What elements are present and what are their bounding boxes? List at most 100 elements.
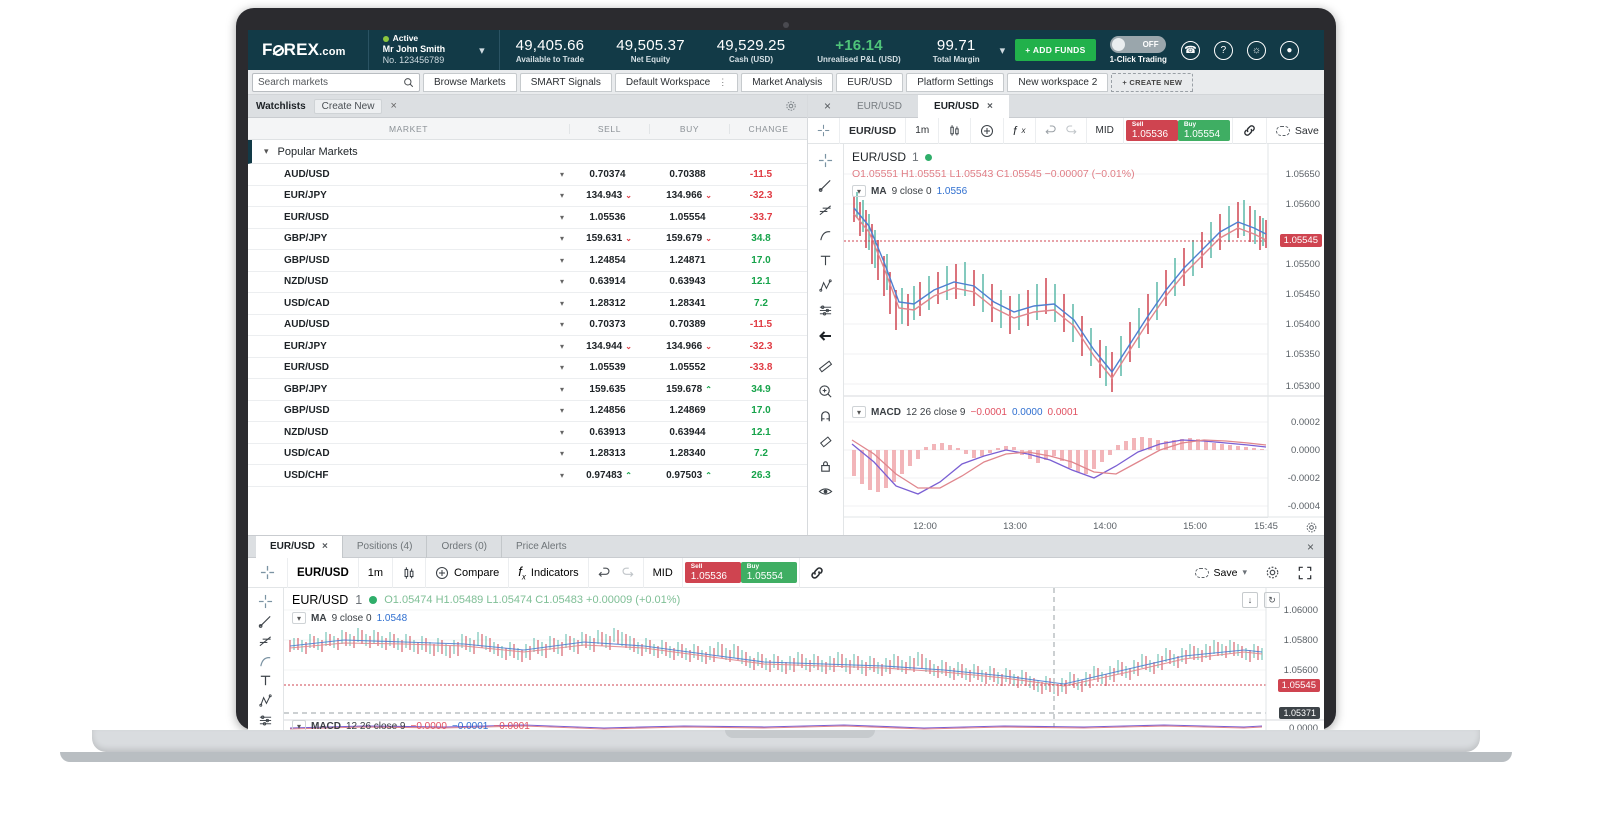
- chart-tab-close-icon[interactable]: ×: [987, 101, 993, 112]
- workspace-tab-eurusd[interactable]: EUR/USD: [836, 72, 904, 92]
- link-icon[interactable]: [1231, 117, 1267, 144]
- buy-price-cell[interactable]: 1.05552: [649, 362, 729, 373]
- bell-icon[interactable]: ☼: [1246, 40, 1266, 60]
- tool-pattern-icon[interactable]: [248, 691, 284, 711]
- chevron-down-icon[interactable]: ▾: [555, 406, 569, 415]
- chart-bottom-tab-eurusd[interactable]: EUR/USD ×: [256, 535, 342, 558]
- account-selector[interactable]: Active Mr John Smith No. 123456789 ▾: [367, 30, 500, 70]
- one-click-trading-toggle[interactable]: OFF 1-Click Trading: [1109, 36, 1167, 64]
- tool-trendline-icon[interactable]: [808, 173, 844, 198]
- chart-top-tab-1[interactable]: EUR/USD: [841, 95, 918, 118]
- compare-button[interactable]: Compare: [426, 557, 510, 588]
- buy-price-cell[interactable]: 159.679 ⌄: [649, 233, 729, 244]
- chart-bottom-buy-button[interactable]: Buy 1.05554: [740, 562, 797, 583]
- chart-top-plot[interactable]: EUR/USD 1 O1.05551 H1.05551 L1.05543 C1.…: [844, 144, 1324, 535]
- stats-expand-chevron-icon[interactable]: ▾: [1000, 44, 1006, 57]
- column-header-change[interactable]: CHANGE: [729, 123, 807, 134]
- chart-top-symbol[interactable]: EUR/USD: [840, 117, 907, 144]
- chart-bottom-price-mode[interactable]: MID: [644, 557, 683, 588]
- buy-price-cell[interactable]: 0.63943: [649, 276, 729, 287]
- workspace-tab-platform-settings[interactable]: Platform Settings: [906, 72, 1005, 92]
- sell-price-cell[interactable]: 0.97483 ⌃: [569, 470, 649, 481]
- user-icon[interactable]: ●: [1279, 40, 1299, 60]
- sell-price-cell[interactable]: 1.05536: [569, 212, 649, 223]
- table-row[interactable]: USD/CAD ▾ 1.28313 1.28340 7.2: [248, 443, 807, 465]
- chevron-down-icon[interactable]: ▾: [555, 342, 569, 351]
- sell-price-cell[interactable]: 134.943 ⌄: [569, 190, 649, 201]
- chart-bottom-interval[interactable]: 1m: [359, 557, 394, 588]
- chart-bottom-tab-orders[interactable]: Orders (0): [426, 535, 501, 558]
- plus-circle-icon[interactable]: [971, 117, 1005, 144]
- kebab-menu-icon[interactable]: ⋮: [718, 77, 727, 88]
- watchlist-tab-watchlists[interactable]: Watchlists: [256, 101, 306, 112]
- link-icon[interactable]: [798, 557, 834, 588]
- search-icon[interactable]: [403, 77, 414, 88]
- chart-bottom-settings-gear-icon[interactable]: [1256, 558, 1289, 588]
- brand-logo[interactable]: F REX.com: [248, 40, 346, 60]
- tool-text-icon[interactable]: [808, 248, 844, 273]
- chart-bottom-sell-button[interactable]: Sell 1.05536: [684, 562, 741, 583]
- table-row[interactable]: AUD/USD ▾ 0.70374 0.70388 -11.5: [248, 164, 807, 186]
- chart-top-interval[interactable]: 1m: [906, 117, 940, 144]
- chevron-down-icon[interactable]: ▾: [292, 720, 306, 730]
- workspace-tab-new-workspace-2[interactable]: New workspace 2: [1007, 72, 1109, 92]
- chart-top-sell-button[interactable]: Sell 1.05536: [1125, 120, 1178, 141]
- candlestick-icon[interactable]: [939, 117, 972, 144]
- chevron-down-icon[interactable]: ▾: [555, 191, 569, 200]
- buy-price-cell[interactable]: 1.28341: [649, 298, 729, 309]
- buy-price-cell[interactable]: 134.966 ⌄: [649, 190, 729, 201]
- chart-bottom-tab-price-alerts[interactable]: Price Alerts: [501, 535, 581, 558]
- tool-crosshair-icon[interactable]: [808, 148, 844, 173]
- chevron-down-icon[interactable]: ▾: [555, 299, 569, 308]
- sell-price-cell[interactable]: 0.70373: [569, 319, 649, 330]
- workspace-tab-default-workspace[interactable]: Default Workspace ⋮: [614, 72, 739, 92]
- tool-measure-icon[interactable]: [808, 354, 844, 379]
- fullscreen-icon[interactable]: [1289, 558, 1324, 588]
- buy-price-cell[interactable]: 159.678 ⌃: [649, 384, 729, 395]
- create-new-workspace-button[interactable]: + CREATE NEW: [1111, 72, 1194, 92]
- chart-top-panel-close-icon[interactable]: ×: [814, 99, 841, 113]
- chevron-down-icon[interactable]: ▾: [555, 277, 569, 286]
- workspace-tab-browse-markets[interactable]: Browse Markets: [423, 72, 517, 92]
- undo-icon[interactable]: [589, 558, 616, 588]
- watchlist-group-popular-markets[interactable]: ▾ Popular Markets: [248, 140, 807, 164]
- chart-top-buy-button[interactable]: Buy 1.05554: [1177, 120, 1230, 141]
- chart-top-tab-2[interactable]: EUR/USD ×: [918, 94, 1009, 118]
- sell-price-cell[interactable]: 1.28313: [569, 448, 649, 459]
- chart-bottom-macd-legend[interactable]: ▾ MACD 12 26 close 9 −0.0000 −0.0001 −0.…: [292, 720, 530, 730]
- buy-price-cell[interactable]: 0.70388: [649, 169, 729, 180]
- chart-top-macd-legend[interactable]: ▾ MACD 12 26 close 9 −0.0001 0.0000 0.00…: [852, 406, 1078, 418]
- sell-price-cell[interactable]: 134.944 ⌄: [569, 341, 649, 352]
- chevron-down-icon[interactable]: ▾: [555, 213, 569, 222]
- tool-visibility-icon[interactable]: [808, 479, 844, 504]
- chevron-down-icon[interactable]: ▾: [555, 449, 569, 458]
- indicators-button[interactable]: fx Indicators: [509, 557, 589, 588]
- watchlist-create-new-button[interactable]: Create New: [313, 98, 383, 114]
- add-funds-button[interactable]: + ADD FUNDS: [1015, 39, 1096, 61]
- chart-top-ma-legend[interactable]: ▾ MA 9 close 0 1.0556: [852, 185, 967, 197]
- chevron-down-icon[interactable]: ▾: [555, 256, 569, 265]
- redo-icon[interactable]: [1061, 117, 1087, 144]
- chart-bottom-save-button[interactable]: Save ▾: [1186, 558, 1256, 588]
- table-row[interactable]: USD/CHF ▾ 0.97483 ⌃ 0.97503 ⌃ 26.3: [248, 465, 807, 487]
- chevron-down-icon[interactable]: ▾: [555, 385, 569, 394]
- search-markets-input[interactable]: Search markets: [252, 72, 420, 92]
- watchlist-settings-gear-icon[interactable]: [785, 100, 797, 112]
- tool-fibonacci-icon[interactable]: [808, 198, 844, 223]
- chevron-down-icon[interactable]: ▾: [1242, 567, 1247, 578]
- workspace-tab-smart-signals[interactable]: SMART Signals: [519, 72, 612, 92]
- chevron-down-icon[interactable]: ▾: [852, 406, 866, 418]
- crosshair-icon[interactable]: [248, 557, 288, 588]
- buy-price-cell[interactable]: 0.63944: [649, 427, 729, 438]
- buy-price-cell[interactable]: 134.966 ⌄: [649, 341, 729, 352]
- crosshair-icon[interactable]: [808, 117, 840, 144]
- chart-top-save-button[interactable]: Save: [1267, 118, 1324, 144]
- buy-price-cell[interactable]: 0.97503 ⌃: [649, 470, 729, 481]
- chevron-down-icon[interactable]: ▾: [555, 320, 569, 329]
- tool-pitchfork-icon[interactable]: [248, 651, 284, 671]
- tool-arrow-icon[interactable]: [808, 323, 844, 348]
- table-row[interactable]: EUR/JPY ▾ 134.944 ⌄ 134.966 ⌄ -32.3: [248, 336, 807, 358]
- indicators-fx-icon[interactable]: fx: [1004, 117, 1036, 144]
- undo-icon[interactable]: [1036, 118, 1061, 144]
- chevron-down-icon[interactable]: ▾: [555, 234, 569, 243]
